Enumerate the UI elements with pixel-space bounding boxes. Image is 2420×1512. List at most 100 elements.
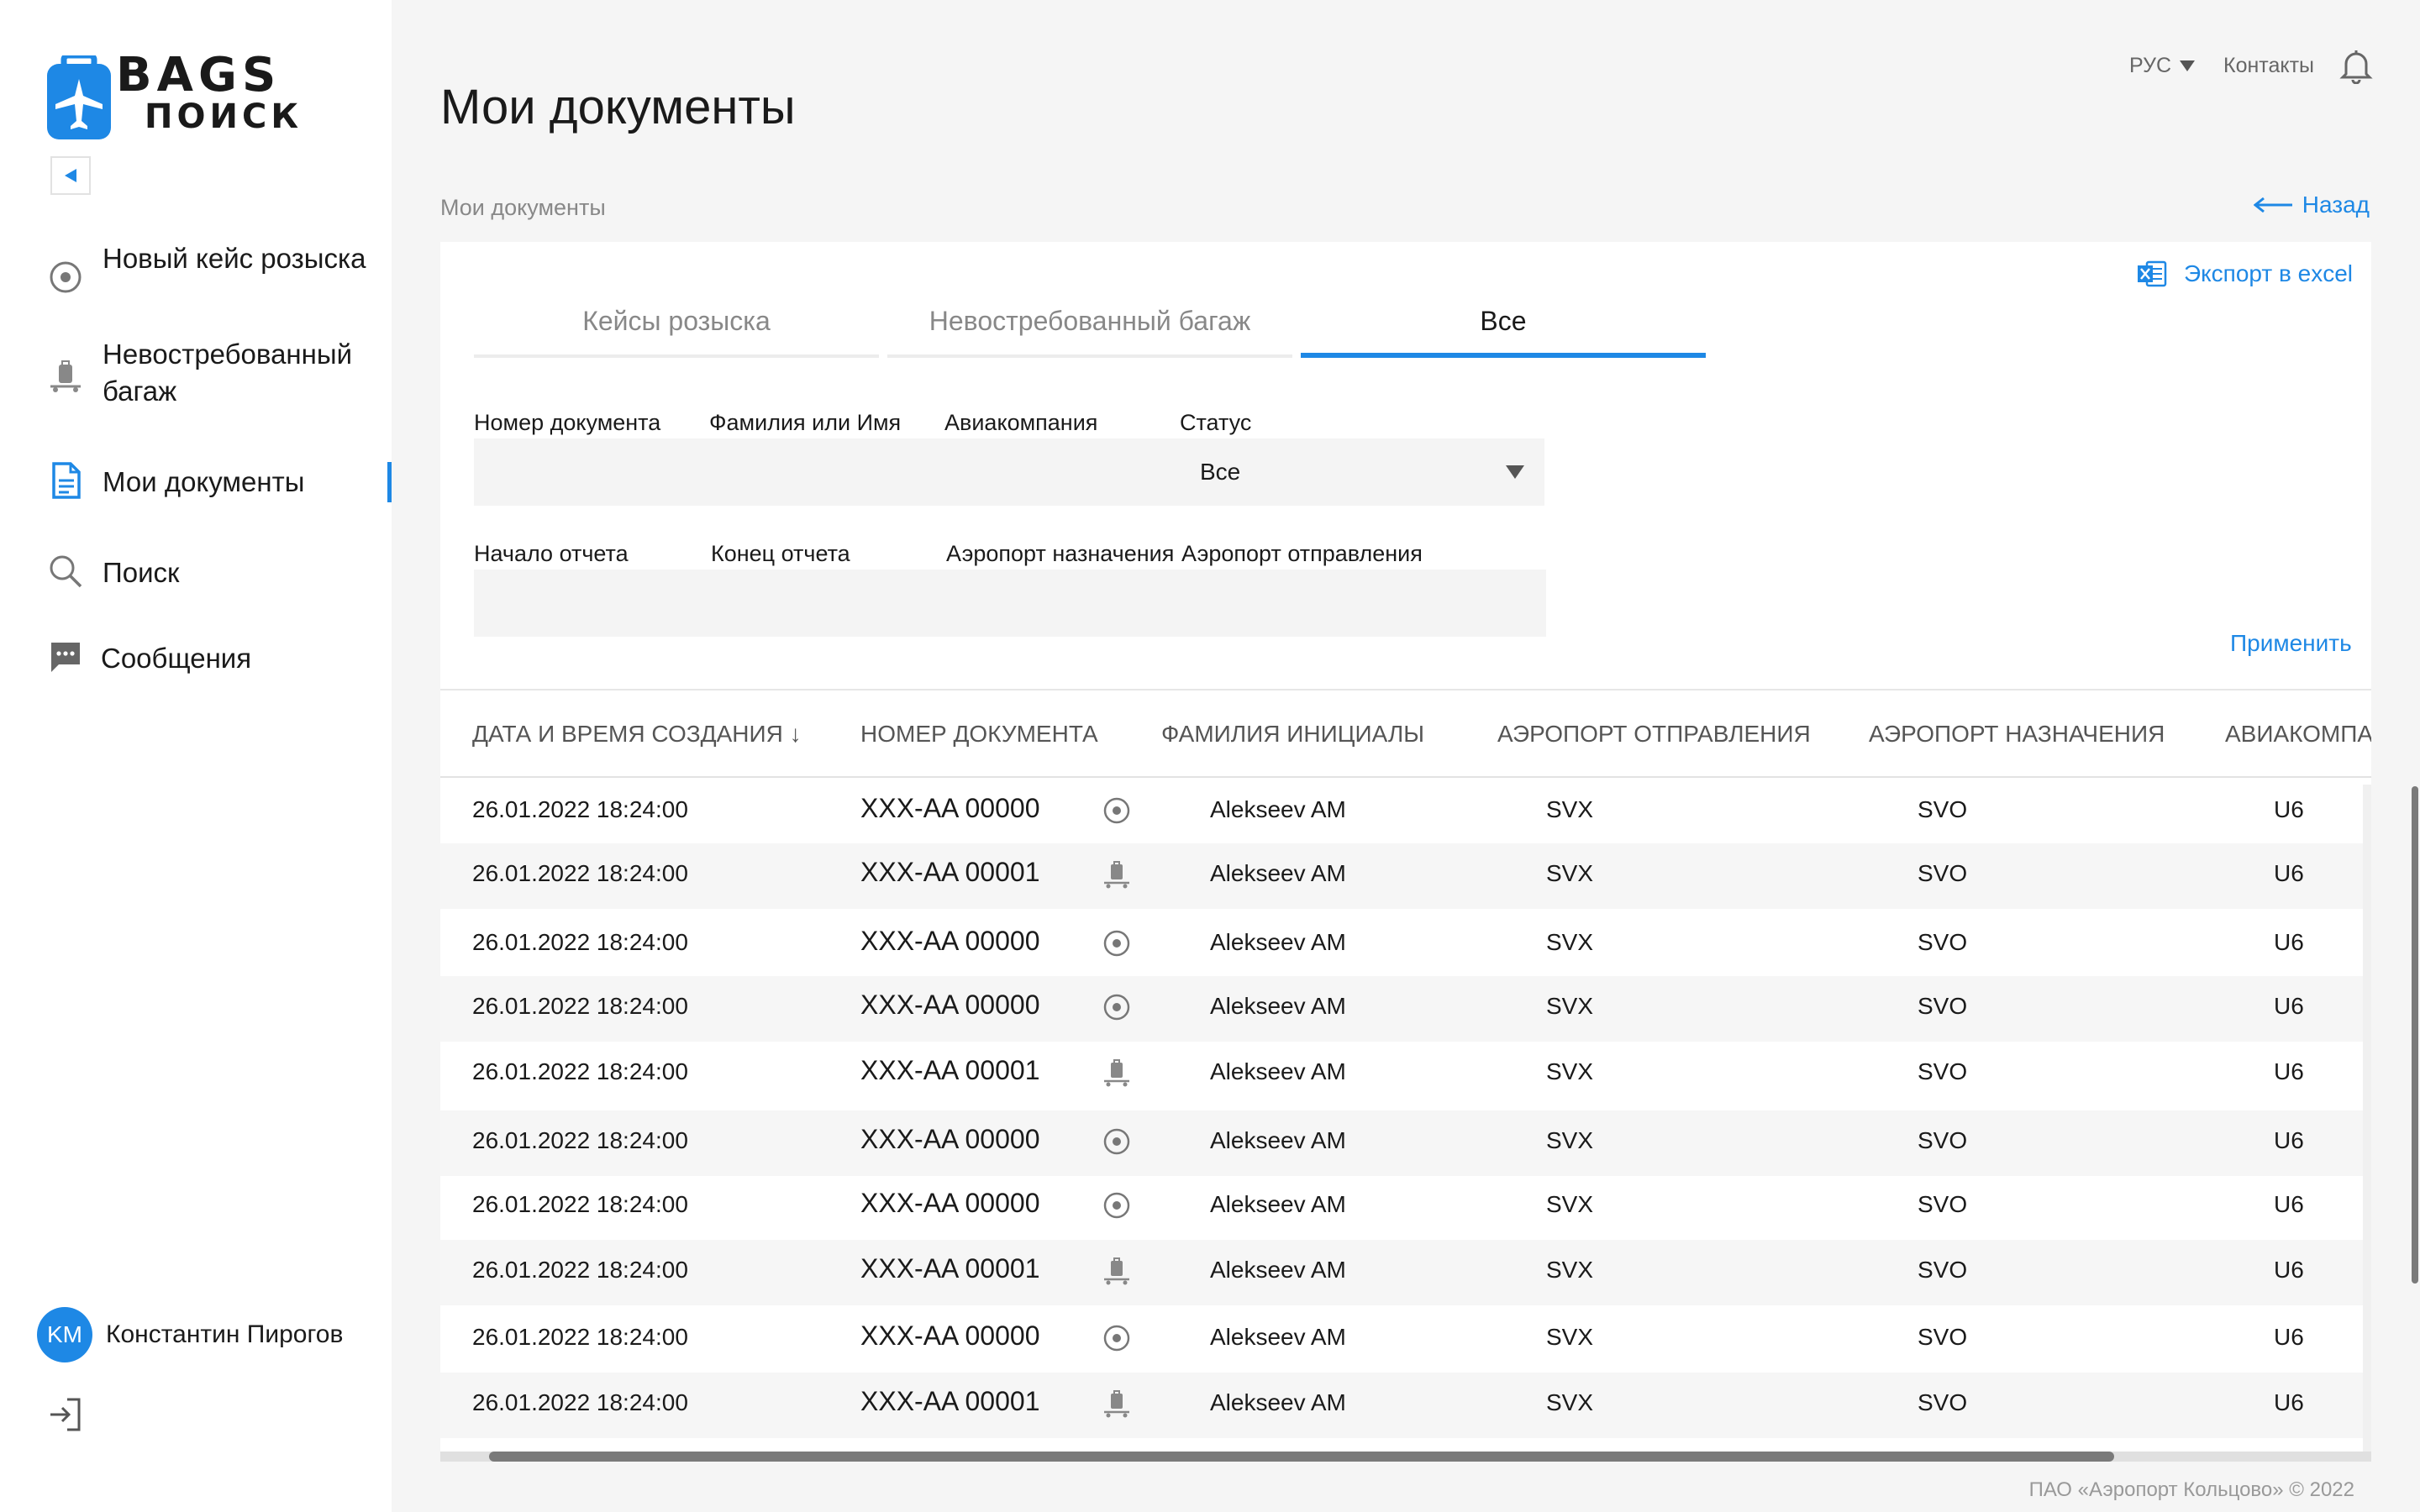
export-label: Экспорт в excel bbox=[2183, 260, 2353, 286]
cell-dep-airport: SVX bbox=[1546, 1127, 1594, 1153]
sidebar-item-search[interactable]: Поиск bbox=[0, 553, 392, 603]
cell-doc-number[interactable]: XXX-AA 00001 bbox=[860, 1055, 1039, 1086]
table-row[interactable]: 26.01.2022 18:24:00 XXX-AA 00000 Alekseev … bbox=[440, 976, 2371, 1042]
cell-created: 26.01.2022 18:24:00 bbox=[472, 1191, 688, 1217]
table-row[interactable]: 26.01.2022 18:24:00 XXX-AA 00001 Alekseev … bbox=[440, 1042, 2371, 1107]
cell-dest-airport: SVO bbox=[1918, 1389, 1968, 1415]
table-row[interactable]: 26.01.2022 18:24:00 XXX-AA 00001 Alekseev … bbox=[440, 843, 2371, 909]
start-date-label: Начало отчета bbox=[474, 541, 629, 566]
cell-created: 26.01.2022 18:24:00 bbox=[472, 860, 688, 886]
cell-created: 26.01.2022 18:24:00 bbox=[472, 1389, 688, 1415]
vertical-scrollbar-track[interactable] bbox=[2363, 785, 2371, 1460]
column-header-dest-airport[interactable]: АЭРОПОРТ НАЗНАЧЕНИЯ bbox=[1869, 721, 2165, 748]
cell-doc-number[interactable]: XXX-AA 00001 bbox=[860, 1253, 1039, 1284]
bell-icon[interactable] bbox=[2339, 47, 2373, 84]
column-header-airline[interactable]: АВИАКОМПА bbox=[2225, 721, 2371, 748]
table-row[interactable]: 26.01.2022 18:24:00 XXX-AA 00001 Alekseev … bbox=[440, 1373, 2371, 1438]
baggage-cart-icon bbox=[1102, 860, 1131, 889]
caret-down-icon bbox=[2180, 60, 2196, 71]
apply-filters-button[interactable]: Применить bbox=[2230, 630, 2352, 657]
table-row[interactable]: 26.01.2022 18:24:00 XXX-AA 00001 Alekseev … bbox=[440, 1240, 2371, 1305]
cell-dep-airport: SVX bbox=[1546, 929, 1594, 955]
cell-created: 26.01.2022 18:24:00 bbox=[472, 1257, 688, 1283]
status-label: Статус bbox=[1180, 410, 1252, 435]
collapse-sidebar-button[interactable] bbox=[50, 156, 91, 195]
end-date-label: Конец отчета bbox=[711, 541, 850, 566]
dest-airport-label: Аэропорт назначения bbox=[946, 541, 1175, 566]
status-value: Все bbox=[1200, 459, 1241, 485]
logo-text-bags: BAGS bbox=[116, 48, 281, 102]
doc-number-label: Номер документа bbox=[474, 410, 661, 435]
breadcrumb[interactable]: Мои документы bbox=[440, 195, 606, 221]
cell-dep-airport: SVX bbox=[1546, 1058, 1594, 1084]
cell-dep-airport: SVX bbox=[1546, 860, 1594, 886]
tab-unclaimed-baggage[interactable]: Невостребованный багаж bbox=[887, 306, 1292, 358]
sidebar-item-label: Невостребованный багаж bbox=[103, 339, 353, 407]
column-header-doc-number[interactable]: НОМЕР ДОКУМЕНТА bbox=[860, 721, 1098, 748]
cell-doc-number[interactable]: XXX-AA 00000 bbox=[860, 926, 1039, 957]
cell-airline: U6 bbox=[2274, 796, 2304, 822]
status-select[interactable]: Все bbox=[1180, 438, 1544, 506]
horizontal-scrollbar-thumb[interactable] bbox=[489, 1452, 2114, 1462]
cell-doc-number[interactable]: XXX-AA 00000 bbox=[860, 990, 1039, 1021]
cell-doc-number[interactable]: XXX-AA 00000 bbox=[860, 1124, 1039, 1155]
sidebar-item-label: Мои документы bbox=[103, 466, 305, 497]
contacts-link[interactable]: Контакты bbox=[2223, 54, 2314, 78]
table-row[interactable]: 26.01.2022 18:24:00 XXX-AA 00000 Alekseev … bbox=[440, 1110, 2371, 1176]
cell-doc-number[interactable]: XXX-AA 00000 bbox=[860, 1320, 1039, 1352]
sidebar-item-my-documents[interactable]: Мои документы bbox=[0, 462, 392, 512]
language-selector[interactable]: РУС bbox=[2129, 54, 2196, 78]
cell-name: Alekseev AM bbox=[1210, 1324, 1346, 1350]
cell-dest-airport: SVO bbox=[1918, 860, 1968, 886]
tab-search-cases[interactable]: Кейсы розыска bbox=[474, 306, 879, 358]
column-header-created[interactable]: ДАТА И ВРЕМЯ СОЗДАНИЯ ↓ bbox=[472, 721, 802, 748]
dep-airport-input[interactable] bbox=[1181, 570, 1546, 637]
search-icon bbox=[47, 553, 84, 590]
cell-doc-number[interactable]: XXX-AA 00001 bbox=[860, 1386, 1039, 1417]
sidebar-item-label: Новый кейс розыска bbox=[103, 243, 366, 274]
user-profile[interactable]: KM Константин Пирогов bbox=[37, 1307, 343, 1362]
cell-airline: U6 bbox=[2274, 1324, 2304, 1350]
dep-airport-label: Аэропорт отправления bbox=[1181, 541, 1423, 566]
tab-all[interactable]: Все bbox=[1301, 306, 1706, 358]
sidebar-item-label: Поиск bbox=[103, 557, 180, 588]
sidebar-item-unclaimed-baggage[interactable]: Невостребованный багаж bbox=[0, 336, 392, 420]
cell-dest-airport: SVO bbox=[1918, 1191, 1968, 1217]
baggage-cart-icon bbox=[1102, 1257, 1131, 1285]
cell-dep-airport: SVX bbox=[1546, 1389, 1594, 1415]
airline-label: Авиакомпания bbox=[944, 410, 1098, 435]
cell-created: 26.01.2022 18:24:00 bbox=[472, 993, 688, 1019]
back-link[interactable]: Назад bbox=[2253, 192, 2370, 218]
cell-name: Alekseev AM bbox=[1210, 993, 1346, 1019]
table-row[interactable]: 26.01.2022 18:24:00 XXX-AA 00000 Alekseev … bbox=[440, 1307, 2371, 1373]
cell-airline: U6 bbox=[2274, 1389, 2304, 1415]
target-circle-icon bbox=[1102, 1324, 1131, 1352]
logout-icon[interactable] bbox=[47, 1396, 84, 1433]
bags-logo[interactable]: BAGS ПОИСК bbox=[47, 48, 298, 139]
cell-name: Alekseev AM bbox=[1210, 929, 1346, 955]
sidebar-item-label: Сообщения bbox=[101, 643, 252, 674]
arrow-left-icon bbox=[2253, 197, 2292, 213]
main-content: РУС Контакты Мои документы Мои документы… bbox=[392, 0, 2420, 1512]
cell-doc-number[interactable]: XXX-AA 00001 bbox=[860, 857, 1039, 888]
cell-dest-airport: SVO bbox=[1918, 1058, 1968, 1084]
avatar: KM bbox=[37, 1307, 92, 1362]
cell-doc-number[interactable]: XXX-AA 00000 bbox=[860, 1188, 1039, 1219]
column-header-dep-airport[interactable]: АЭРОПОРТ ОТПРАВЛЕНИЯ bbox=[1497, 721, 1811, 748]
sidebar: BAGS ПОИСК Новый кейс розыска Невостребо… bbox=[0, 0, 392, 1512]
export-excel-button[interactable]: Экспорт в excel bbox=[2137, 259, 2353, 289]
vertical-scrollbar-thumb[interactable] bbox=[2412, 786, 2418, 1284]
cell-name: Alekseev AM bbox=[1210, 796, 1346, 822]
table-row[interactable]: 26.01.2022 18:24:00 XXX-AA 00000 Alekseev … bbox=[440, 780, 2371, 845]
cell-name: Alekseev AM bbox=[1210, 1191, 1346, 1217]
cell-airline: U6 bbox=[2274, 1127, 2304, 1153]
table-row[interactable]: 26.01.2022 18:24:00 XXX-AA 00000 Alekseev … bbox=[440, 1174, 2371, 1240]
sidebar-item-messages[interactable]: Сообщения bbox=[0, 638, 392, 689]
baggage-cart-icon bbox=[47, 358, 84, 395]
sidebar-item-new-case[interactable]: Новый кейс розыска bbox=[0, 235, 392, 319]
cell-dest-airport: SVO bbox=[1918, 1257, 1968, 1283]
cell-dest-airport: SVO bbox=[1918, 1324, 1968, 1350]
table-row[interactable]: 26.01.2022 18:24:00 XXX-AA 00000 Alekseev … bbox=[440, 912, 2371, 978]
cell-doc-number[interactable]: XXX-AA 00000 bbox=[860, 793, 1039, 824]
column-header-name[interactable]: ФАМИЛИЯ ИНИЦИАЛЫ bbox=[1161, 721, 1424, 748]
